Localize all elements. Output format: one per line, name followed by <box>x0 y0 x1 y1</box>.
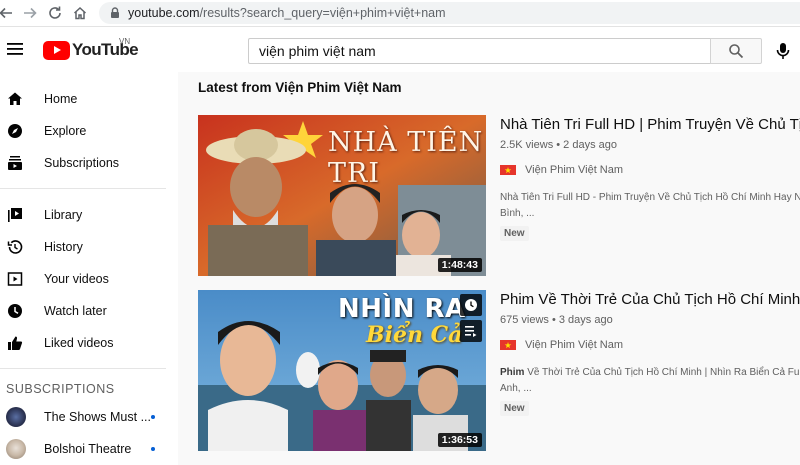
new-badge: New <box>500 226 529 241</box>
subscriptions-icon <box>6 154 24 172</box>
sidebar-item-label: Library <box>44 208 83 222</box>
sidebar-item-library[interactable]: Library <box>0 200 178 230</box>
browser-toolbar: youtube.com/results?search_query=viện+ph… <box>0 0 800 27</box>
new-content-dot <box>151 415 155 419</box>
channel-name: Viện Phim Việt Nam <box>525 164 624 176</box>
thumbnail-title: NHÀ TIÊN TRI <box>328 127 484 189</box>
search-results: Latest from Viện Phim Việt Nam NHÀ TIÊN … <box>178 72 800 465</box>
hamburger-menu-icon[interactable] <box>6 41 24 57</box>
description-line: Bình, ... <box>500 208 535 219</box>
queue-icon <box>465 326 477 337</box>
video-channel[interactable]: Viện Phim Việt Nam <box>500 339 623 351</box>
sidebar-item-your-videos[interactable]: Your videos <box>0 264 178 294</box>
video-description: Phim Về Thời Trẻ Của Chủ Tịch Hồ Chí Min… <box>500 365 800 397</box>
description-line: Anh, ... <box>500 383 532 394</box>
sidebar-item-home[interactable]: Home <box>0 84 178 114</box>
video-meta: 675 views • 3 days ago <box>500 314 613 326</box>
watch-later-icon <box>6 302 24 320</box>
video-result[interactable]: NHÀ TIÊN TRI 1:48:43 Nhà Tiên Tri Full H… <box>198 115 800 276</box>
sidebar-item-label: Explore <box>44 124 87 138</box>
sidebar-item-explore[interactable]: Explore <box>0 116 178 146</box>
avatar <box>6 407 26 427</box>
video-duration: 1:48:43 <box>437 258 482 272</box>
search-input-value: viện phim việt nam <box>259 43 376 59</box>
clock-icon <box>465 299 477 311</box>
sidebar-item-liked-videos[interactable]: Liked videos <box>0 328 178 358</box>
sidebar-divider <box>0 368 166 369</box>
video-meta: 2.5K views • 2 days ago <box>500 139 617 151</box>
sidebar-item-label: Home <box>44 92 78 106</box>
sidebar-divider <box>0 188 166 189</box>
sidebar-item-subscriptions[interactable]: Subscriptions <box>0 148 178 178</box>
address-bar[interactable]: youtube.com/results?search_query=viện+ph… <box>99 2 800 24</box>
search-button[interactable] <box>710 38 762 64</box>
subscription-item[interactable]: The Shows Must ... <box>0 402 178 432</box>
forward-arrow-icon[interactable] <box>20 4 40 22</box>
voice-search-button[interactable] <box>770 38 796 64</box>
lock-icon <box>111 7 119 18</box>
sidebar-item-label: Subscriptions <box>44 156 120 170</box>
channel-name: Viện Phim Việt Nam <box>525 339 624 351</box>
home-icon <box>6 90 24 108</box>
description-highlight: Phim <box>500 367 525 378</box>
library-icon <box>6 206 24 224</box>
watch-later-button[interactable] <box>460 294 482 316</box>
subscriptions-header: SUBSCRIPTIONS <box>6 382 115 396</box>
subscription-item[interactable]: Bolshoi Theatre <box>0 434 178 464</box>
channel-avatar-icon <box>500 340 516 350</box>
video-title[interactable]: Nhà Tiên Tri Full HD | Phim Truyện Về Ch… <box>500 116 800 133</box>
explore-icon <box>6 122 24 140</box>
section-title: Latest from Viện Phim Việt Nam <box>198 80 402 95</box>
description-text: Về Thời Trẻ Của Chủ Tịch Hồ Chí Minh | N… <box>524 367 800 378</box>
sidebar-item-label: Watch later <box>44 304 107 318</box>
video-result[interactable]: NHÌN RA Biển Cả 1:36:53 Phim Về Thời Trẻ… <box>198 290 800 451</box>
youtube-masthead: YouTube VN viện phim việt nam <box>0 28 800 72</box>
video-channel[interactable]: Viện Phim Việt Nam <box>500 164 623 176</box>
sidebar-item-label: Liked videos <box>44 336 114 350</box>
new-content-dot <box>151 447 155 451</box>
add-to-queue-button[interactable] <box>460 320 482 342</box>
description-line: Nhà Tiên Tri Full HD - Phim Truyện Về Ch… <box>500 192 800 203</box>
thumbs-up-icon <box>6 334 24 352</box>
youtube-play-icon <box>43 40 70 60</box>
home-browser-icon[interactable] <box>70 4 90 22</box>
search-icon <box>729 44 744 59</box>
avatar <box>6 439 26 459</box>
your-videos-icon <box>6 270 24 288</box>
thumbnail-title-line2: Biển Cả <box>366 322 463 348</box>
country-code: VN <box>119 37 131 46</box>
reload-icon[interactable] <box>45 4 65 22</box>
new-badge: New <box>500 401 529 416</box>
microphone-icon <box>776 43 790 59</box>
history-icon <box>6 238 24 256</box>
video-thumbnail[interactable]: NHÀ TIÊN TRI 1:48:43 <box>198 115 486 276</box>
sidebar-item-label: Your videos <box>44 272 109 286</box>
sidebar-item-history[interactable]: History <box>0 232 178 262</box>
url-text: youtube.com/results?search_query=viện+ph… <box>128 6 446 20</box>
search-input[interactable]: viện phim việt nam <box>248 38 710 64</box>
video-description: Nhà Tiên Tri Full HD - Phim Truyện Về Ch… <box>500 190 800 222</box>
channel-avatar-icon <box>500 165 516 175</box>
subscription-label: Bolshoi Theatre <box>44 442 132 456</box>
video-thumbnail[interactable]: NHÌN RA Biển Cả 1:36:53 <box>198 290 486 451</box>
back-arrow-icon[interactable] <box>0 4 16 22</box>
video-duration: 1:36:53 <box>437 433 482 447</box>
video-title[interactable]: Phim Về Thời Trẻ Của Chủ Tịch Hồ Chí Min… <box>500 291 800 308</box>
sidebar: Home Explore Subscriptions Library Histo… <box>0 72 178 465</box>
subscription-label: The Shows Must ... <box>44 410 151 424</box>
sidebar-item-watch-later[interactable]: Watch later <box>0 296 178 326</box>
sidebar-item-label: History <box>44 240 83 254</box>
description-line: Phim Về Thời Trẻ Của Chủ Tịch Hồ Chí Min… <box>500 365 800 381</box>
thumbnail-title-line1: NHÌN RA <box>338 294 466 324</box>
